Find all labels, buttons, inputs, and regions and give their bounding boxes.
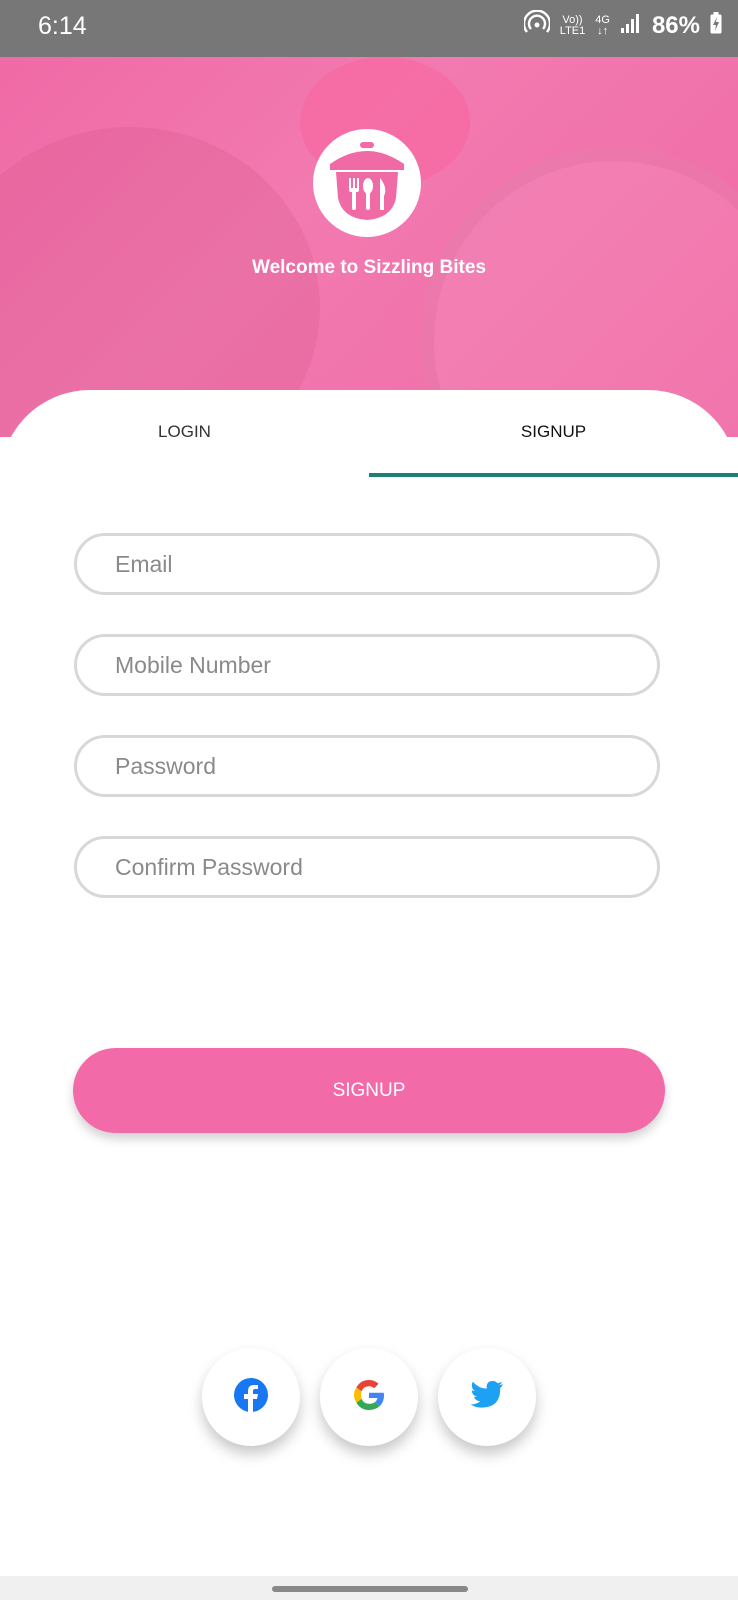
app-logo — [313, 129, 421, 237]
status-time: 6:14 — [38, 12, 87, 40]
tab-login[interactable]: LOGIN — [0, 390, 369, 474]
confirm-password-input[interactable] — [113, 852, 657, 882]
auth-card: LOGIN SIGNUP SIGNUP — [0, 390, 738, 1600]
header-banner: Welcome to Sizzling Bites — [0, 57, 738, 437]
tab-active-indicator — [369, 473, 738, 477]
battery-percent: 86% — [651, 11, 700, 39]
status-icons: Vo)) LTE1 4G ↓↑ 86% — [522, 9, 722, 41]
google-login-button[interactable] — [320, 1348, 418, 1446]
hotspot-icon — [522, 9, 551, 41]
home-indicator[interactable] — [272, 1586, 468, 1592]
password-input[interactable] — [113, 751, 657, 781]
facebook-icon — [233, 1377, 269, 1418]
navigation-bar — [0, 1576, 738, 1600]
facebook-login-button[interactable] — [202, 1348, 300, 1446]
confirm-password-field[interactable] — [74, 836, 660, 898]
tab-signup[interactable]: SIGNUP — [369, 390, 738, 474]
signup-button[interactable]: SIGNUP — [73, 1048, 665, 1133]
password-field[interactable] — [74, 735, 660, 797]
battery-charging-icon — [710, 12, 722, 39]
mobile-number-input[interactable] — [113, 650, 657, 680]
signal-icon — [620, 12, 642, 39]
volte-indicator: Vo)) LTE1 — [559, 13, 586, 37]
twitter-icon — [470, 1380, 504, 1415]
email-input[interactable] — [113, 549, 657, 579]
cloche-cutlery-icon — [322, 136, 412, 231]
google-icon — [351, 1377, 387, 1418]
network-type: 4G ↓↑ — [595, 13, 610, 37]
status-bar: 6:14 Vo)) LTE1 4G ↓↑ 86% — [0, 0, 738, 57]
email-field[interactable] — [74, 533, 660, 595]
twitter-login-button[interactable] — [438, 1348, 536, 1446]
welcome-text: Welcome to Sizzling Bites — [251, 257, 487, 278]
mobile-number-field[interactable] — [74, 634, 660, 696]
